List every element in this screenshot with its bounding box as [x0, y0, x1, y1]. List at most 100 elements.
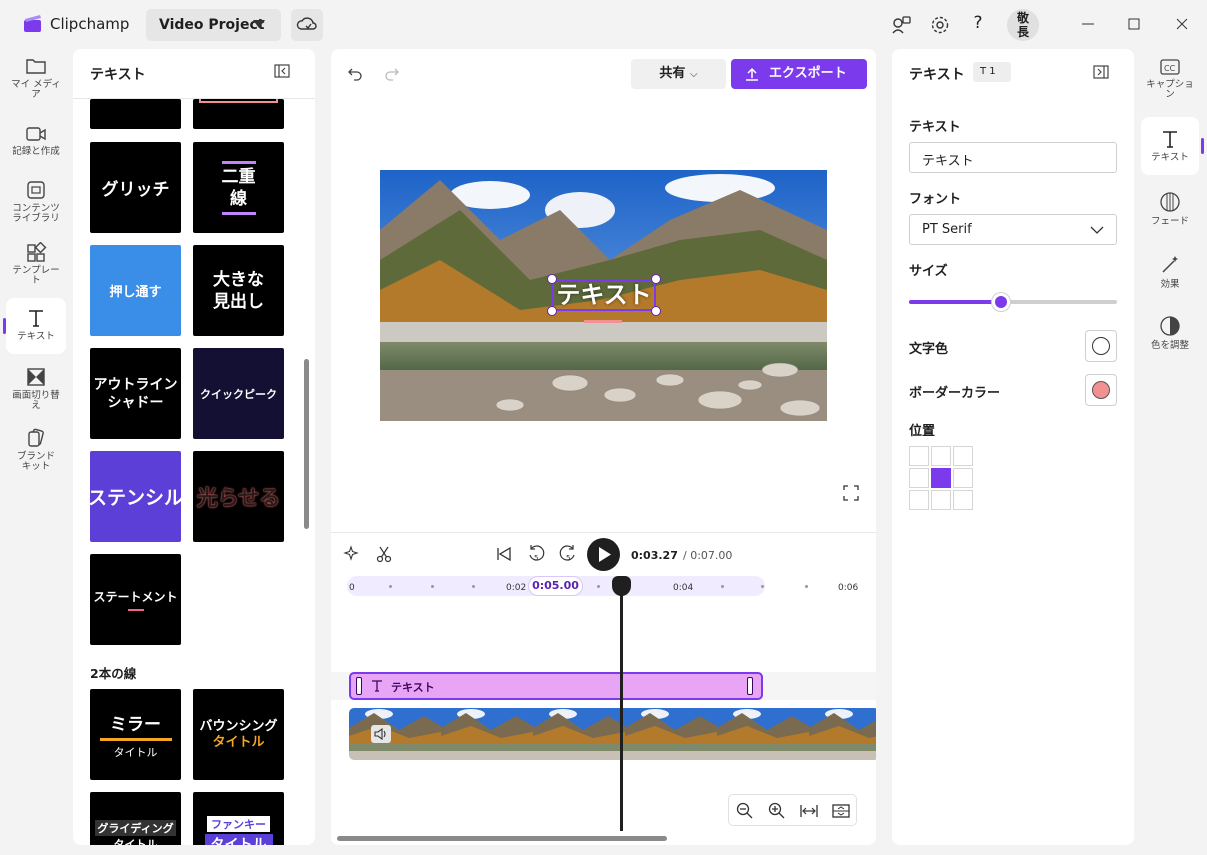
clip-trim-handle-right[interactable] — [747, 677, 753, 695]
zoom-controls — [728, 794, 857, 826]
ruler-dot — [472, 585, 475, 588]
share-button[interactable]: 共有 ⌵ — [631, 59, 726, 89]
tile-label: タイトル — [113, 838, 158, 845]
avatar[interactable]: 敬 長 — [1007, 9, 1039, 41]
text-style-tile-stencil[interactable]: ステンシル — [90, 451, 181, 542]
scissors-icon[interactable] — [375, 545, 393, 566]
export-button[interactable]: エクスポート — [731, 59, 867, 89]
play-button[interactable] — [587, 538, 620, 571]
preview-text-overlay[interactable]: テキスト — [552, 279, 656, 311]
cloud-sync-button[interactable] — [291, 9, 323, 41]
forward-5-icon[interactable]: 5 — [559, 544, 577, 567]
border-color-label: ボーダーカラー — [909, 386, 1001, 401]
position-cell[interactable] — [953, 490, 973, 510]
current-time: 0:03.27 — [631, 549, 678, 562]
sparkle-icon[interactable] — [343, 545, 361, 566]
rail-templates[interactable]: テンプレー ト — [6, 242, 66, 286]
rrail-text[interactable]: テキスト — [1141, 117, 1199, 175]
position-cell[interactable] — [909, 490, 929, 510]
svg-text:CC: CC — [1164, 64, 1176, 73]
playhead-knob[interactable] — [612, 576, 631, 596]
ruler-dot — [761, 585, 764, 588]
border-color-swatch[interactable] — [1085, 374, 1117, 406]
resize-handle[interactable] — [651, 306, 661, 316]
rail-record-create[interactable]: 記録と作成 — [6, 125, 66, 157]
rrail-fade[interactable]: フェード — [1141, 191, 1199, 227]
redo-icon[interactable] — [384, 65, 400, 84]
text-style-tile-big-heading[interactable]: 大きな 見出し — [193, 245, 284, 336]
avatar-initial-bottom: 長 — [1016, 25, 1029, 39]
feedback-icon[interactable] — [889, 13, 913, 37]
font-select[interactable]: PT Serif — [909, 214, 1117, 245]
text-style-tile-statement[interactable]: ステートメント — [90, 554, 181, 645]
timeline-view-icon[interactable] — [832, 802, 850, 823]
rail-transitions[interactable]: 画面切り替 え — [6, 367, 66, 411]
project-name-label: Video Project — [159, 17, 265, 33]
text-style-tile-glow[interactable]: 光らせる — [193, 451, 284, 542]
rail-active-indicator — [3, 318, 6, 334]
collapse-panel-icon[interactable] — [274, 64, 290, 81]
help-icon[interactable]: ? — [966, 13, 990, 37]
video-clip[interactable] — [349, 708, 876, 760]
text-panel-scrollbar[interactable] — [304, 359, 309, 529]
text-style-tile[interactable] — [193, 99, 284, 129]
rrail-effects[interactable]: 効果 — [1141, 254, 1199, 290]
position-cell[interactable] — [931, 468, 951, 488]
text-style-tile-quick-peek[interactable]: クイックピーク — [193, 348, 284, 439]
tile-label: 押し通す — [109, 285, 162, 300]
rail-my-media[interactable]: マイ メディ ア — [6, 56, 66, 100]
clip-trim-handle-left[interactable] — [356, 677, 362, 695]
text-style-tile[interactable] — [90, 99, 181, 129]
undo-icon[interactable] — [347, 65, 363, 84]
fit-timeline-icon[interactable] — [800, 802, 818, 823]
text-input[interactable]: テキスト — [909, 142, 1117, 173]
zoom-out-icon[interactable] — [736, 802, 754, 823]
tile-label: ステンシル — [90, 487, 181, 509]
collapse-properties-icon[interactable] — [1093, 65, 1109, 82]
text-style-tile-funky[interactable]: ファンキー タイトル — [193, 792, 284, 845]
position-cell[interactable] — [953, 446, 973, 466]
text-style-tile-gliding[interactable]: グライディング タイトル — [90, 792, 181, 845]
size-slider-thumb[interactable] — [992, 293, 1010, 311]
resize-handle[interactable] — [651, 274, 661, 284]
project-name-button[interactable]: Video Project — [146, 9, 281, 41]
playhead[interactable] — [620, 583, 623, 831]
skip-to-start-icon[interactable] — [495, 545, 513, 566]
text-style-tile-push-through[interactable]: 押し通す — [90, 245, 181, 336]
rail-label: テキスト — [17, 331, 55, 342]
fullscreen-icon[interactable] — [843, 485, 859, 504]
position-cell[interactable] — [931, 446, 951, 466]
position-cell[interactable] — [953, 468, 973, 488]
close-icon[interactable] — [1172, 14, 1192, 34]
rail-text[interactable]: テキスト — [6, 298, 66, 354]
upload-icon — [746, 67, 758, 81]
settings-gear-icon[interactable] — [928, 13, 952, 37]
rail-label: ライブラリ — [12, 213, 60, 224]
text-style-tile-double-line[interactable]: 二重 線 — [193, 142, 284, 233]
position-cell[interactable] — [931, 490, 951, 510]
rail-brand-kit[interactable]: ブランド キット — [6, 428, 66, 472]
position-cell[interactable] — [909, 468, 929, 488]
text-style-tile-outline-shadow[interactable]: アウトライン シャドー — [90, 348, 181, 439]
rrail-captions[interactable]: CC キャプショ ン — [1141, 58, 1199, 100]
text-style-tile-mirror[interactable]: ミラー タイトル — [90, 689, 181, 780]
position-cell[interactable] — [909, 446, 929, 466]
minimize-icon[interactable] — [1078, 14, 1098, 34]
rail-content-library[interactable]: コンテンツ ライブラリ — [6, 180, 66, 224]
resize-handle[interactable] — [547, 306, 557, 316]
text-style-tile-glitch[interactable]: グリッチ — [90, 142, 181, 233]
rewind-5-icon[interactable]: 5 — [527, 544, 545, 567]
zoom-in-icon[interactable] — [768, 802, 786, 823]
rrail-label: ン — [1165, 89, 1175, 100]
text-color-swatch[interactable] — [1085, 330, 1117, 362]
tile-label: タイトル — [204, 834, 273, 845]
text-clip[interactable]: テキスト — [349, 672, 763, 700]
maximize-icon[interactable] — [1124, 14, 1144, 34]
speaker-icon[interactable] — [371, 725, 391, 743]
text-style-tile-bouncing[interactable]: バウンシング タイトル — [193, 689, 284, 780]
rrail-color-adjust[interactable]: 色を調整 — [1141, 315, 1199, 351]
timeline-horizontal-scrollbar[interactable] — [337, 836, 667, 841]
size-label: サイズ — [909, 264, 948, 279]
resize-handle[interactable] — [547, 274, 557, 284]
text-t-icon — [372, 680, 382, 692]
